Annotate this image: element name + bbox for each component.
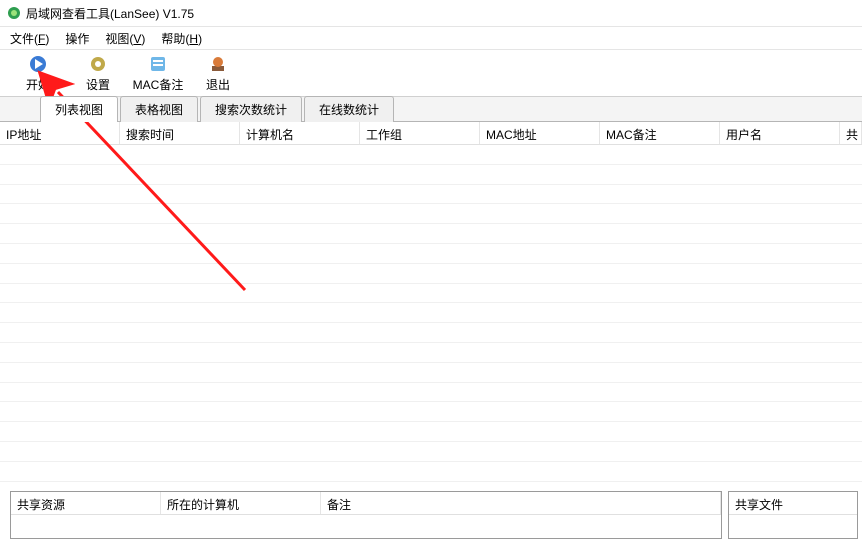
col-extra[interactable]: 共: [840, 122, 862, 144]
column-headers: IP地址 搜索时间 计算机名 工作组 MAC地址 MAC备注 用户名 共: [0, 122, 862, 145]
tab-online-stats[interactable]: 在线数统计: [304, 96, 394, 122]
table-row[interactable]: [0, 383, 862, 403]
shared-resources-header: 共享资源 所在的计算机 备注: [11, 492, 721, 515]
tab-list-view[interactable]: 列表视图: [40, 96, 118, 122]
table-row[interactable]: [0, 264, 862, 284]
shared-files-panel: 共享文件: [728, 491, 858, 539]
grid-rows[interactable]: [0, 145, 862, 483]
exit-button[interactable]: 退出: [188, 52, 248, 94]
tabstrip: 列表视图 表格视图 搜索次数统计 在线数统计: [0, 97, 862, 122]
bottom-panels: 共享资源 所在的计算机 备注 共享文件: [10, 491, 862, 539]
pcol-shared-file[interactable]: 共享文件: [729, 492, 857, 514]
col-username[interactable]: 用户名: [720, 122, 840, 144]
titlebar: 局域网查看工具(LanSee) V1.75: [0, 0, 862, 27]
table-row[interactable]: [0, 244, 862, 264]
shared-resources-panel: 共享资源 所在的计算机 备注: [10, 491, 722, 539]
settings-button[interactable]: 设置: [68, 52, 128, 94]
col-mac[interactable]: MAC地址: [480, 122, 600, 144]
table-row[interactable]: [0, 422, 862, 442]
table-row[interactable]: [0, 224, 862, 244]
settings-label: 设置: [86, 76, 110, 93]
pcol-note[interactable]: 备注: [321, 492, 721, 514]
col-search-time[interactable]: 搜索时间: [120, 122, 240, 144]
table-row[interactable]: [0, 343, 862, 363]
list-area: IP地址 搜索时间 计算机名 工作组 MAC地址 MAC备注 用户名 共: [0, 122, 862, 483]
table-row[interactable]: [0, 482, 862, 483]
menubar: 文件(F) 操作 视图(V) 帮助(H): [0, 27, 862, 50]
tab-table-view[interactable]: 表格视图: [120, 96, 198, 122]
col-ip[interactable]: IP地址: [0, 122, 120, 144]
menu-file[interactable]: 文件(F): [2, 28, 57, 49]
col-macnote[interactable]: MAC备注: [600, 122, 720, 144]
macnote-button[interactable]: MAC备注: [128, 52, 188, 94]
col-computer-name[interactable]: 计算机名: [240, 122, 360, 144]
table-row[interactable]: [0, 363, 862, 383]
start-button[interactable]: 开始: [8, 52, 68, 94]
col-workgroup[interactable]: 工作组: [360, 122, 480, 144]
start-label: 开始: [26, 76, 50, 93]
table-row[interactable]: [0, 185, 862, 205]
table-row[interactable]: [0, 303, 862, 323]
table-row[interactable]: [0, 323, 862, 343]
window-title: 局域网查看工具(LanSee) V1.75: [26, 5, 194, 22]
shared-files-header: 共享文件: [729, 492, 857, 515]
table-row[interactable]: [0, 284, 862, 304]
toolbar: 开始 设置 MAC备注 退出: [0, 50, 862, 97]
table-row[interactable]: [0, 165, 862, 185]
menu-operate[interactable]: 操作: [57, 28, 97, 49]
menu-view[interactable]: 视图(V): [97, 28, 153, 49]
exit-icon: [208, 54, 228, 74]
tab-search-stats[interactable]: 搜索次数统计: [200, 96, 302, 122]
note-icon: [148, 54, 168, 74]
gear-icon: [88, 54, 108, 74]
table-row[interactable]: [0, 442, 862, 462]
app-window: 局域网查看工具(LanSee) V1.75 文件(F) 操作 视图(V) 帮助(…: [0, 0, 862, 539]
table-row[interactable]: [0, 204, 862, 224]
app-icon: [6, 5, 22, 21]
table-row[interactable]: [0, 145, 862, 165]
pcol-computer[interactable]: 所在的计算机: [161, 492, 321, 514]
pcol-shared-resource[interactable]: 共享资源: [11, 492, 161, 514]
start-icon: [28, 54, 48, 74]
macnote-label: MAC备注: [133, 76, 184, 93]
exit-label: 退出: [206, 76, 230, 93]
table-row[interactable]: [0, 462, 862, 482]
table-row[interactable]: [0, 402, 862, 422]
menu-help[interactable]: 帮助(H): [153, 28, 210, 49]
